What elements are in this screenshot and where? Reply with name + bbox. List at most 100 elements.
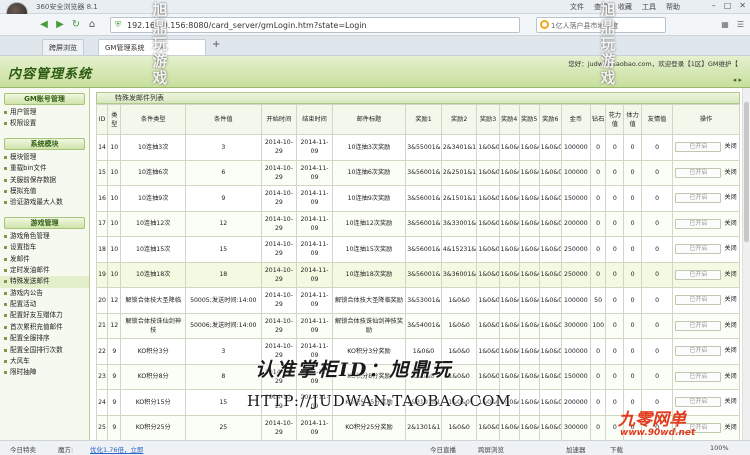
sidebar-item-sim-recharge[interactable]: 模拟充值 [0, 186, 89, 197]
close-link[interactable]: 关闭 [724, 143, 736, 150]
enabled-button[interactable]: 已开启 [675, 167, 722, 178]
menu-tools[interactable]: 工具 [642, 2, 656, 12]
cell-r1: 3&55001&5 [405, 134, 442, 161]
cell-r1: 3&54001&5 [405, 312, 442, 339]
close-link[interactable]: 关闭 [724, 398, 736, 405]
cell-ctype: 10连抽15次 [120, 236, 186, 263]
cell-r4: 1&0&0 [498, 287, 520, 314]
cell-id: 19 [96, 261, 109, 288]
close-link[interactable]: 关闭 [724, 271, 736, 278]
cell-r1: 3&53001&5 [405, 287, 442, 314]
cell-r2: 2&3401&1 [440, 134, 478, 161]
enabled-button[interactable]: 已开启 [675, 193, 722, 204]
status-download[interactable]: 下载 [610, 444, 623, 454]
sidebar-item-save-data[interactable]: 关服前保存数据 [0, 175, 89, 186]
close-link[interactable]: 关闭 [724, 347, 736, 354]
cell-r2: 3&36001&1 [440, 261, 478, 288]
cell-r5: 1&0&0 [518, 312, 540, 339]
sidebar-item-ranking-count[interactable]: 配置全国排行次数 [0, 345, 89, 356]
enabled-button[interactable]: 已开启 [675, 346, 722, 357]
sidebar-item-windmill[interactable]: 大风车 [0, 356, 89, 367]
cell-gold: 200000 [560, 389, 591, 416]
status-today-sale[interactable]: 今日特卖 [10, 444, 36, 454]
sidebar-item-reload-bin[interactable]: 重载bin文件 [0, 163, 89, 174]
status-optimize-link[interactable]: 优化1.76倍，立即 [90, 444, 143, 454]
sidebar-item-user-management[interactable]: 用户管理 [0, 107, 89, 118]
sidebar-item-limited-draw[interactable]: 限时抽陣 [0, 367, 89, 378]
enabled-button[interactable]: 已开启 [675, 269, 722, 280]
cell-flower: 0 [605, 338, 625, 365]
table-row: 14 10 10连抽3次 3 2014-10-29 2014-11-09 10连抽3次奖励 3… [96, 134, 740, 161]
vertical-scrollbar[interactable] [742, 88, 750, 440]
new-tab-button[interactable]: + [212, 39, 220, 50]
sidebar-item-server-ranking[interactable]: 配置全服排序 [0, 333, 89, 344]
cell-r3: 1&0&0 [476, 261, 500, 288]
cell-diamond: 50 [589, 287, 607, 314]
cell-type: 12 [107, 312, 122, 339]
cell-start: 2014-10-29 [260, 261, 298, 288]
cell-type: 10 [107, 159, 122, 186]
close-link[interactable]: 关闭 [724, 194, 736, 201]
close-link[interactable]: 关闭 [724, 322, 736, 329]
sidebar-item-special-mail[interactable]: 特殊发送邮件 [0, 276, 89, 288]
scrollbar-thumb[interactable] [744, 102, 749, 242]
sidebar-item-permissions[interactable]: 权限设置 [0, 118, 89, 129]
cell-r3: 1&0&0 [476, 210, 500, 237]
sidebar-item-friend-stamina[interactable]: 配置好友互赠体力 [0, 310, 89, 321]
enabled-button[interactable]: 已开启 [675, 371, 722, 382]
menu-icon[interactable]: ☰ [737, 20, 744, 29]
close-link[interactable]: 关闭 [724, 296, 736, 303]
sidebar-section-gm-account[interactable]: GM账号管理 [4, 93, 85, 105]
watermark-shop-id: 认准掌柜ID：旭鼎玩 [255, 359, 453, 381]
menu-favorites[interactable]: 收藏 [618, 2, 632, 12]
close-link[interactable]: 关闭 [724, 220, 736, 227]
close-link[interactable]: 关闭 [724, 169, 736, 176]
sidebar-item-characters[interactable]: 游戏角色管理 [0, 231, 89, 242]
close-link[interactable]: 关闭 [724, 424, 736, 431]
sidebar-item-announcement[interactable]: 游戏内公告 [0, 288, 89, 299]
cell-gold: 200000 [560, 210, 591, 237]
header-arrows[interactable]: ◂ ▸ [733, 76, 742, 84]
home-icon[interactable]: ⌂ [86, 19, 98, 31]
grid-icon[interactable]: ▦ [721, 20, 729, 29]
sidebar-item-send-mail[interactable]: 发邮件 [0, 254, 89, 265]
status-live[interactable]: 今日直播 [430, 444, 456, 454]
minimize-icon[interactable]: – [712, 1, 716, 10]
sidebar-item-settings[interactable]: 设置指车 [0, 242, 89, 253]
sidebar-item-timed-mail[interactable]: 定时发油邮件 [0, 265, 89, 276]
col-flower: 花力值 [605, 104, 625, 135]
sidebar-item-events[interactable]: 配置活动 [0, 299, 89, 310]
close-link[interactable]: 关闭 [724, 373, 736, 380]
enabled-button[interactable]: 已开启 [675, 218, 722, 229]
sidebar-section-system[interactable]: 系统模块 [4, 137, 85, 150]
cell-r4: 1&0&0 [498, 312, 520, 339]
cell-gold: 100000 [560, 338, 591, 365]
address-bar[interactable]: ⛨ 192.168.0.156:8080/card_server/gmLogin… [110, 17, 520, 33]
sidebar-item-max-players[interactable]: 验证游戏最大人数 [0, 197, 89, 208]
sidebar-section-game[interactable]: 游戏管理 [4, 216, 85, 229]
enabled-button[interactable]: 已开启 [675, 244, 722, 255]
maximize-icon[interactable]: □ [724, 1, 732, 10]
tab-cross-screen[interactable]: 跨屏浏览 [42, 39, 84, 55]
enabled-button[interactable]: 已开启 [675, 142, 722, 153]
forward-icon[interactable]: ▶ [54, 19, 66, 31]
enabled-button[interactable]: 已开启 [675, 320, 722, 331]
close-icon[interactable]: ✕ [739, 1, 746, 10]
status-accelerator[interactable]: 加速器 [566, 444, 586, 454]
status-cross-screen[interactable]: 跨屏浏览 [478, 444, 504, 454]
sidebar-item-first-recharge[interactable]: 首次累积充值邮件 [0, 322, 89, 333]
close-link[interactable]: 关闭 [724, 245, 736, 252]
refresh-icon[interactable]: ↻ [70, 19, 82, 31]
cell-ctype: 10连抽12次 [120, 210, 186, 237]
cell-r5: 1&0&0 [518, 185, 540, 212]
sidebar-item-modules[interactable]: 模块管理 [0, 152, 89, 163]
col-gold: 金币 [560, 104, 591, 135]
enabled-button[interactable]: 已开启 [675, 295, 722, 306]
cell-stamina: 0 [623, 236, 642, 263]
back-icon[interactable]: ◀ [38, 19, 50, 31]
cell-end: 2014-11-09 [296, 210, 333, 237]
menu-file[interactable]: 文件 [570, 2, 584, 12]
col-start-time: 开始时间 [260, 104, 298, 135]
menu-help[interactable]: 帮助 [666, 2, 680, 12]
status-zoom[interactable]: 100% [710, 444, 729, 452]
